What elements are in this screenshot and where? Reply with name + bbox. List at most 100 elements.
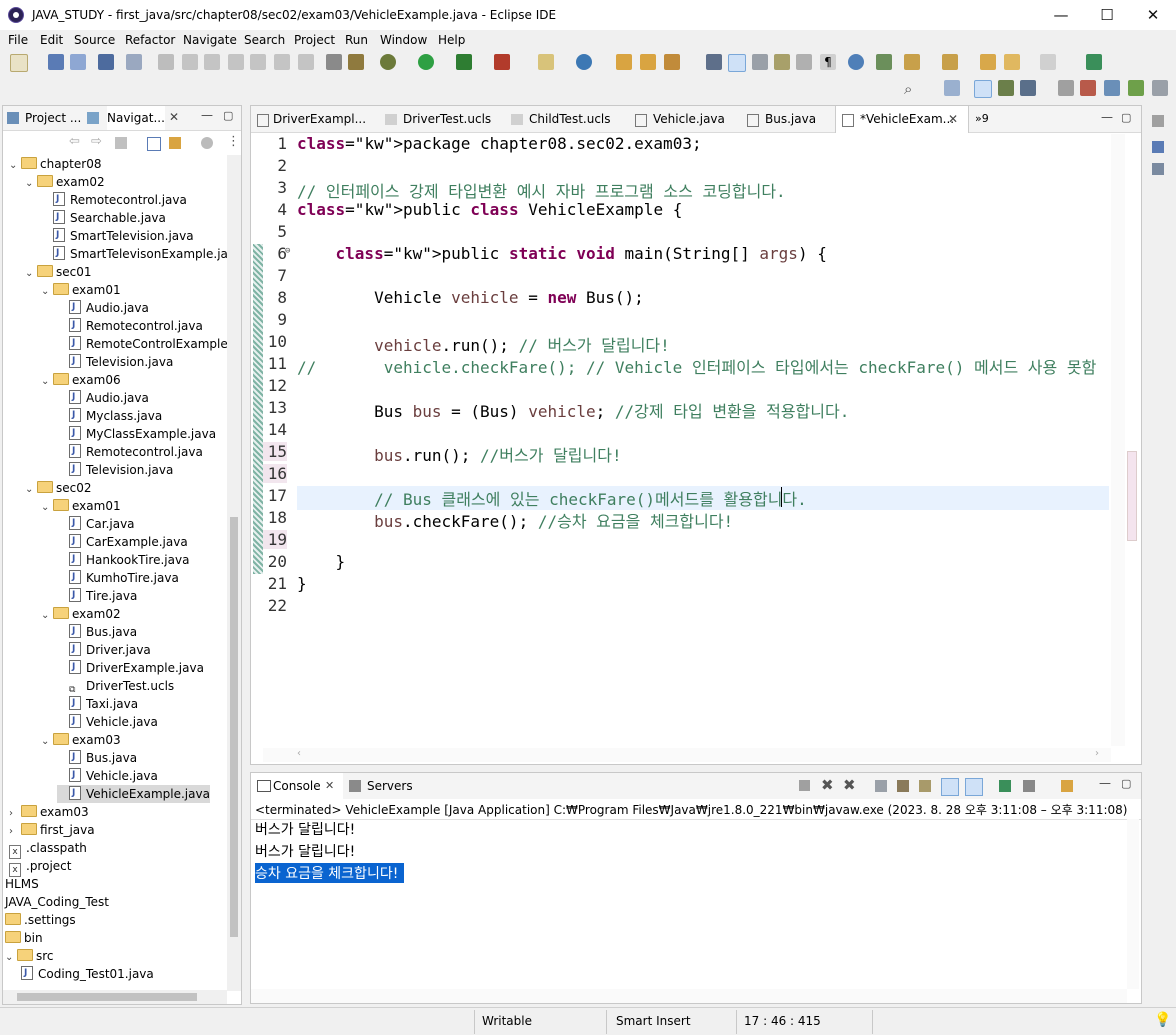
minimize-console-icon[interactable]: —: [1099, 776, 1111, 790]
other-perspective-icon[interactable]: [1152, 80, 1168, 96]
java-perspective-icon[interactable]: [974, 80, 992, 98]
code-line[interactable]: bus.checkFare(); //승차 요금을 체크합니다!: [297, 508, 733, 532]
tree-item[interactable]: ⌄ sec02: [25, 479, 92, 497]
code-line[interactable]: bus.run(); //버스가 달립니다!: [297, 442, 622, 466]
tree-item[interactable]: HLMS: [5, 875, 39, 893]
block-selection-icon[interactable]: [752, 54, 768, 70]
menu-project[interactable]: Project: [294, 33, 335, 47]
maximize-button[interactable]: ☐: [1084, 0, 1130, 30]
filter-icon[interactable]: [201, 137, 213, 149]
maximize-editor-icon[interactable]: ▢: [1121, 111, 1131, 124]
tree-item[interactable]: Television.java: [57, 352, 173, 371]
close-console-icon[interactable]: ✕: [325, 779, 334, 792]
terminal-icon[interactable]: [98, 54, 114, 70]
menu-edit[interactable]: Edit: [40, 33, 63, 47]
tab-servers[interactable]: Servers: [367, 779, 413, 793]
tab-console[interactable]: Console ✕: [251, 773, 343, 799]
search-tool-icon[interactable]: [664, 54, 680, 70]
show-on-stdout-icon[interactable]: [941, 778, 959, 796]
tree-item[interactable]: ⌄ chapter08: [9, 155, 101, 173]
tree-item[interactable]: Remotecontrol.java: [57, 442, 203, 461]
forward-icon[interactable]: [1040, 54, 1056, 70]
next-annotation-icon[interactable]: [904, 54, 920, 70]
menu-run[interactable]: Run: [345, 33, 368, 47]
tab-vehicleexample-active[interactable]: *VehicleExam... ✕: [835, 106, 969, 133]
tree-horizontal-scrollbar[interactable]: [3, 990, 227, 1004]
tab-vehicleexample-label[interactable]: *VehicleExam...: [860, 106, 954, 132]
step-over-icon[interactable]: [274, 54, 290, 70]
skip-breakpoints-icon[interactable]: [126, 54, 142, 70]
collapse-all-icon[interactable]: [147, 137, 161, 151]
tree-item[interactable]: Bus.java: [57, 622, 137, 641]
close-tab-icon[interactable]: ✕: [948, 112, 958, 126]
tab-childtest-ucls[interactable]: ChildTest.ucls: [529, 106, 611, 132]
restore-icon[interactable]: [1058, 80, 1074, 96]
tab-driverexample[interactable]: DriverExampl...: [273, 106, 366, 132]
outline-view-icon[interactable]: [1152, 141, 1164, 153]
scroll-right-icon[interactable]: ›: [1095, 748, 1099, 759]
tab-console-label[interactable]: Console: [273, 779, 321, 793]
pin-editor-icon[interactable]: [876, 54, 892, 70]
tree-item[interactable]: x .classpath: [9, 839, 87, 859]
save-all-icon[interactable]: [70, 54, 86, 70]
save-icon[interactable]: [48, 54, 64, 70]
suspend-icon[interactable]: [182, 54, 198, 70]
editor-vertical-scrollbar[interactable]: [1111, 134, 1125, 746]
tab-project-explorer[interactable]: Project ...: [25, 106, 81, 130]
minimize-view-icon[interactable]: —: [201, 108, 213, 122]
code-line[interactable]: // Bus 클래스에 있는 checkFare()메서드를 활용합니다.: [297, 486, 1109, 510]
clear-console-icon[interactable]: [875, 780, 887, 792]
code-line[interactable]: Bus bus = (Bus) vehicle; //강제 타입 변환을 적용합…: [297, 398, 849, 422]
tree-item[interactable]: bin: [5, 929, 43, 947]
task-list-icon[interactable]: [1152, 163, 1164, 175]
menu-source[interactable]: Source: [74, 33, 115, 47]
uml-perspective-icon[interactable]: [1080, 80, 1096, 96]
coverage-icon[interactable]: [456, 54, 472, 70]
scroll-lock-icon[interactable]: [897, 780, 909, 792]
tree-item[interactable]: SmartTelevisonExample.java: [41, 244, 227, 263]
show-on-stderr-icon[interactable]: [965, 778, 983, 796]
tree-item[interactable]: Audio.java: [57, 298, 149, 317]
previous-annotation-icon[interactable]: [942, 54, 958, 70]
editor-horizontal-scrollbar[interactable]: ‹ ›: [263, 748, 1111, 762]
tree-item[interactable]: Coding_Test01.java: [9, 964, 154, 983]
tree-item[interactable]: ⌄ src: [5, 947, 54, 965]
forward-arrow-icon[interactable]: ⇨: [91, 134, 102, 149]
open-task-icon[interactable]: [640, 54, 656, 70]
tree-item[interactable]: KumhoTire.java: [57, 568, 179, 587]
word-wrap-icon[interactable]: [796, 54, 812, 70]
tree-item[interactable]: CarExample.java: [57, 532, 188, 551]
link-with-editor-icon[interactable]: [169, 137, 181, 149]
tab-vehicle-java[interactable]: Vehicle.java: [653, 106, 725, 132]
chevron-down-icon[interactable]: ⌄: [9, 157, 21, 175]
code-line[interactable]: vehicle.run(); // 버스가 달립니다!: [297, 332, 670, 356]
menu-search[interactable]: Search: [244, 33, 285, 47]
tree-scroll-thumb[interactable]: [230, 517, 238, 937]
console-vertical-scrollbar[interactable]: [1127, 819, 1139, 989]
tab-bus-java[interactable]: Bus.java: [765, 106, 816, 132]
tree-item[interactable]: Remotecontrol.java: [57, 316, 203, 335]
tree-item[interactable]: ⌄ exam03: [41, 731, 121, 749]
open-console-icon[interactable]: [1061, 780, 1073, 792]
remove-all-launches-icon[interactable]: ✖: [843, 776, 856, 794]
tree-item[interactable]: JAVA_Coding_Test: [5, 893, 109, 911]
back-icon[interactable]: [1004, 54, 1020, 70]
word-wrap-console-icon[interactable]: [919, 780, 931, 792]
debug-perspective-icon[interactable]: [998, 80, 1014, 96]
tree-item[interactable]: ⌄ exam01: [41, 281, 121, 299]
debug-icon[interactable]: [380, 54, 396, 70]
tree-item[interactable]: MyClassExample.java: [57, 424, 216, 443]
external-tools-icon[interactable]: [494, 54, 510, 70]
tip-lightbulb-icon[interactable]: 💡: [1154, 1012, 1171, 1028]
menu-window[interactable]: Window: [380, 33, 427, 47]
chevron-down-icon[interactable]: ⌄: [41, 499, 53, 517]
code-editor[interactable]: 1 class="kw">package chapter08.sec02.exam…: [263, 134, 1133, 754]
tree-item[interactable]: SmartTelevision.java: [41, 226, 194, 245]
minimize-button[interactable]: —: [1038, 0, 1084, 30]
tree-item[interactable]: Audio.java: [57, 388, 149, 407]
chevron-down-icon[interactable]: ⌄: [25, 175, 37, 193]
tree-item[interactable]: RemoteControlExample.ja: [57, 334, 227, 353]
show-whitespace-icon[interactable]: [774, 54, 790, 70]
close-icon[interactable]: ✕: [169, 110, 179, 124]
chevron-down-icon[interactable]: ⌄: [41, 283, 53, 301]
